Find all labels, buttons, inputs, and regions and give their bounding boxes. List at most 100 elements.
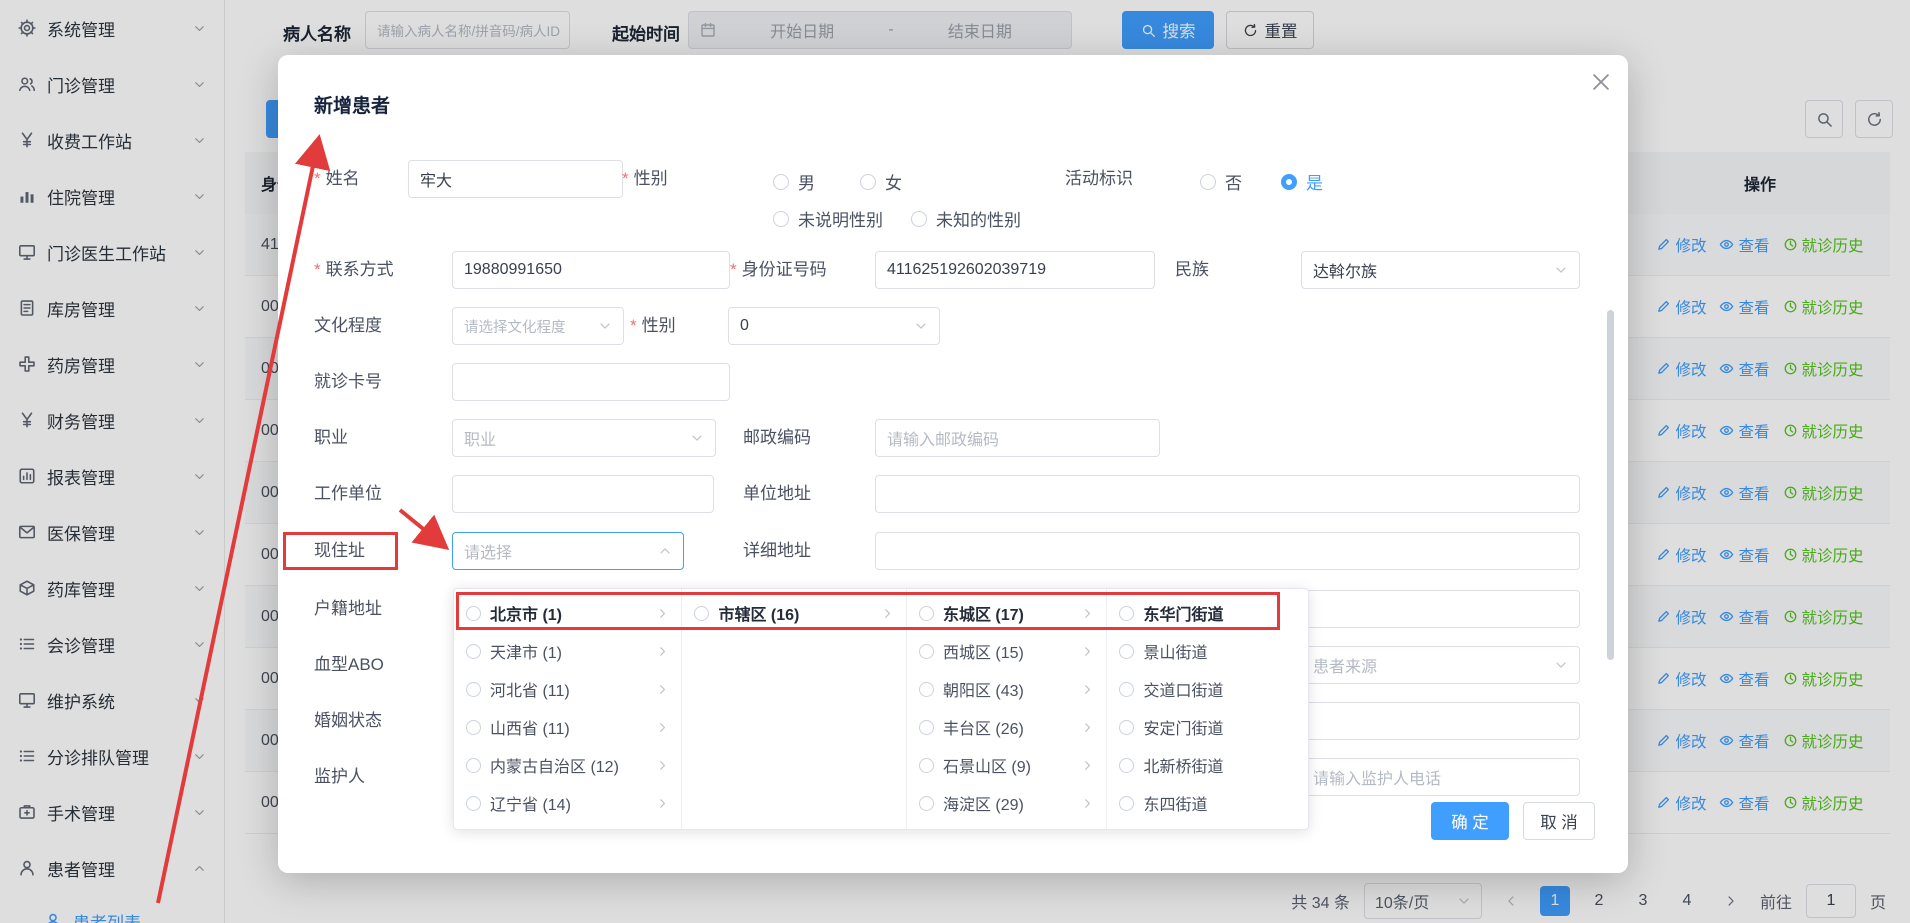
radio-icon[interactable] — [919, 644, 934, 659]
current-address-cascader[interactable]: 请选择 — [452, 532, 684, 570]
app-root: 系统管理 门诊管理 收费工作站 住院管理 门诊医生工作站 库房管理 药房管理 财… — [0, 0, 1910, 923]
radio-icon[interactable] — [466, 758, 481, 773]
chevron-down-icon — [914, 319, 928, 333]
gender-radio-male[interactable]: 男 — [773, 169, 815, 194]
radio-icon[interactable] — [466, 644, 481, 659]
address-cascader-panel: 北京市 (1) 天津市 (1) 河北省 (11) 山西省 (11) 内蒙古自治区 — [453, 588, 1309, 830]
work-unit-input[interactable] — [452, 475, 714, 513]
guardian-phone-input[interactable]: 请输入监护人电话 — [1301, 758, 1580, 796]
modal-title: 新增患者 — [314, 91, 390, 118]
close-icon[interactable] — [1590, 71, 1612, 93]
chevron-right-icon — [656, 759, 669, 772]
cascader-option[interactable]: 北新桥街道 — [1107, 746, 1308, 784]
unit-address-input[interactable] — [875, 475, 1580, 513]
radio-icon — [911, 211, 927, 227]
radio-icon — [773, 174, 789, 190]
radio-icon[interactable] — [919, 606, 934, 621]
education-select[interactable]: 请选择文化程度 — [452, 307, 624, 345]
postal-code-label: 邮政编码 — [743, 428, 811, 448]
chevron-right-icon — [656, 797, 669, 810]
household-address-label: 户籍地址 — [314, 599, 382, 619]
radio-icon[interactable] — [1119, 796, 1134, 811]
ethnicity-select[interactable]: 达斡尔族 — [1301, 251, 1580, 289]
household-address-input[interactable] — [1301, 590, 1580, 628]
detail-address-label: 详细地址 — [743, 541, 811, 561]
postal-code-input[interactable]: 请输入邮政编码 — [875, 419, 1160, 457]
active-flag-radio-no[interactable]: 否 — [1200, 169, 1242, 194]
cascader-column: 东城区 (17) 西城区 (15) 朝阳区 (43) 丰台区 (26) 石景山区 — [907, 589, 1108, 829]
cascader-option[interactable]: 东华门街道 — [1107, 594, 1308, 632]
education-label: 文化程度 — [314, 316, 382, 336]
patient-source-select[interactable]: 患者来源 — [1301, 646, 1580, 684]
blood-abo-label: 血型ABO — [314, 655, 384, 675]
radio-icon[interactable] — [1119, 606, 1134, 621]
radio-icon[interactable] — [919, 682, 934, 697]
cascader-option[interactable]: 内蒙古自治区 (12) — [454, 746, 681, 784]
cascader-option[interactable]: 山西省 (11) — [454, 708, 681, 746]
gender2-select[interactable]: 0 — [728, 307, 940, 345]
radio-icon[interactable] — [466, 796, 481, 811]
gender-radio-unstated[interactable]: 未说明性别 — [773, 206, 883, 231]
cascader-option[interactable]: 西城区 (15) — [907, 632, 1107, 670]
marital-status-input[interactable] — [1301, 702, 1580, 740]
cascader-option[interactable]: 安定门街道 — [1107, 708, 1308, 746]
active-flag-radio-yes[interactable]: 是 — [1281, 169, 1323, 194]
ethnicity-label: 民族 — [1175, 260, 1209, 280]
name-label: 姓名 — [314, 169, 360, 189]
chevron-up-icon — [658, 544, 672, 558]
chevron-right-icon — [656, 683, 669, 696]
cascader-option[interactable]: 海淀区 (29) — [907, 784, 1107, 822]
guardian-label: 监护人 — [314, 767, 365, 787]
name-input[interactable]: 牢大 — [408, 160, 623, 198]
chevron-right-icon — [656, 607, 669, 620]
detail-address-input[interactable] — [875, 532, 1580, 570]
confirm-button[interactable]: 确 定 — [1431, 802, 1509, 840]
radio-icon[interactable] — [919, 796, 934, 811]
id-number-input[interactable]: 411625192602039719 — [875, 251, 1155, 289]
cascader-option[interactable]: 辽宁省 (14) — [454, 784, 681, 822]
radio-icon[interactable] — [1119, 644, 1134, 659]
chevron-right-icon — [1081, 683, 1094, 696]
gender-label: 性别 — [622, 169, 668, 189]
radio-icon[interactable] — [694, 606, 709, 621]
modal-scrollbar[interactable] — [1607, 310, 1614, 660]
chevron-right-icon — [1081, 797, 1094, 810]
marital-status-label: 婚姻状态 — [314, 711, 382, 731]
radio-icon[interactable] — [466, 682, 481, 697]
cascader-option[interactable]: 北京市 (1) — [454, 594, 681, 632]
chevron-right-icon — [1081, 721, 1094, 734]
cascader-option[interactable]: 东四街道 — [1107, 784, 1308, 822]
radio-selected-icon — [1281, 174, 1297, 190]
id-number-label: 身份证号码 — [730, 260, 827, 280]
contact-input[interactable]: 19880991650 — [452, 251, 730, 289]
radio-icon[interactable] — [1119, 758, 1134, 773]
chevron-down-icon — [1554, 658, 1568, 672]
radio-icon[interactable] — [919, 720, 934, 735]
gender-radio-unknown[interactable]: 未知的性别 — [911, 206, 1021, 231]
cascader-option[interactable]: 河北省 (11) — [454, 670, 681, 708]
cascader-option[interactable]: 市辖区 (16) — [682, 594, 905, 632]
cascader-option[interactable]: 景山街道 — [1107, 632, 1308, 670]
radio-icon[interactable] — [466, 720, 481, 735]
cascader-option[interactable]: 石景山区 (9) — [907, 746, 1107, 784]
chevron-right-icon — [881, 607, 894, 620]
chevron-right-icon — [656, 721, 669, 734]
occupation-select[interactable]: 职业 — [452, 419, 716, 457]
cascader-option[interactable]: 朝阳区 (43) — [907, 670, 1107, 708]
cascader-column: 市辖区 (16) — [682, 589, 906, 829]
radio-icon[interactable] — [466, 606, 481, 621]
radio-icon — [1200, 174, 1216, 190]
cascader-option[interactable]: 天津市 (1) — [454, 632, 681, 670]
radio-icon[interactable] — [1119, 720, 1134, 735]
contact-label: 联系方式 — [314, 260, 394, 280]
radio-icon[interactable] — [1119, 682, 1134, 697]
chevron-right-icon — [1081, 759, 1094, 772]
card-no-input[interactable] — [452, 363, 730, 401]
cascader-option[interactable]: 丰台区 (26) — [907, 708, 1107, 746]
cascader-option[interactable]: 交道口街道 — [1107, 670, 1308, 708]
cascader-option[interactable]: 东城区 (17) — [907, 594, 1107, 632]
add-patient-modal: 新增患者 姓名 牢大 性别 男 女 活动标识 否 是 未说明性别 未知的性别 联… — [278, 55, 1628, 873]
cancel-button[interactable]: 取 消 — [1523, 802, 1595, 840]
radio-icon[interactable] — [919, 758, 934, 773]
gender-radio-female[interactable]: 女 — [860, 169, 902, 194]
